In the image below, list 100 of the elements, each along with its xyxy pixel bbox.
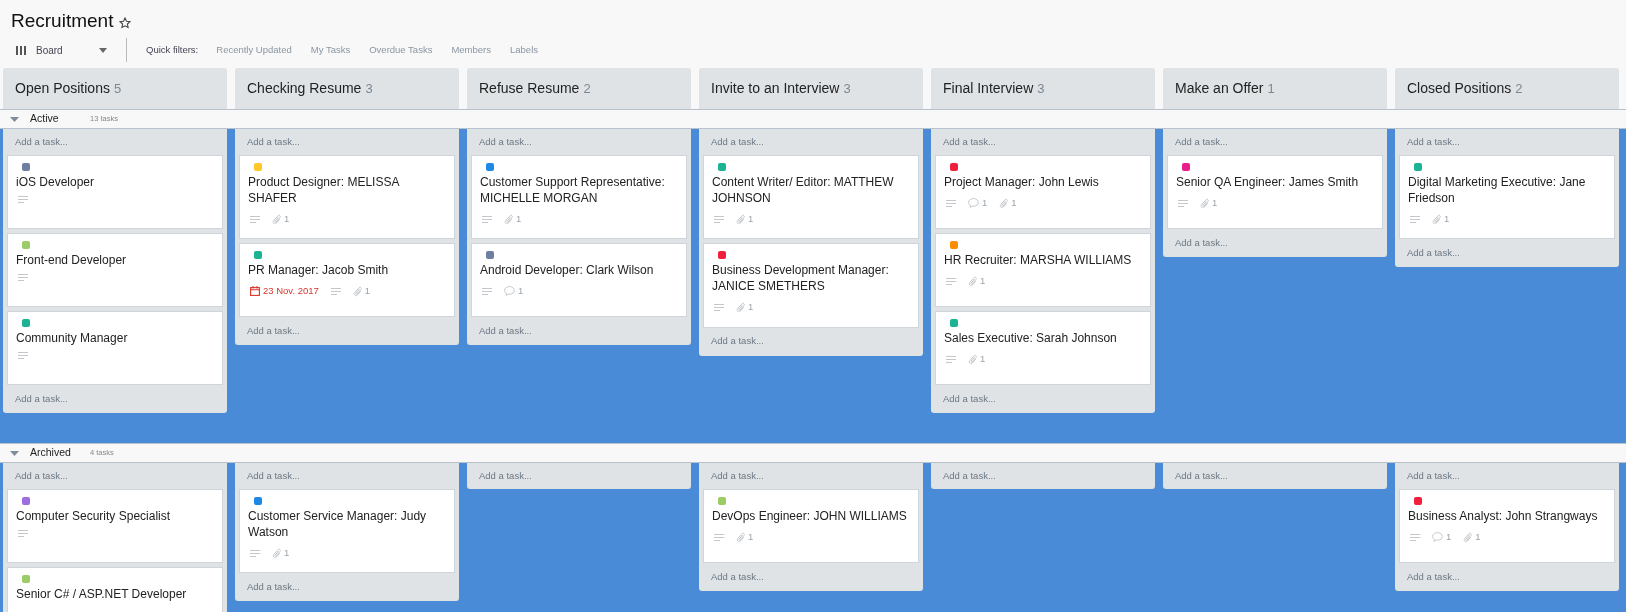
description-icon bbox=[946, 277, 956, 285]
description-icon bbox=[482, 287, 492, 295]
attachment-count: 1 bbox=[1011, 196, 1017, 210]
attachment-count: 1 bbox=[1444, 212, 1450, 226]
add-task-link[interactable]: Add a task... bbox=[471, 317, 687, 346]
paperclip-icon bbox=[999, 197, 1009, 209]
task-title: Front-end Developer bbox=[16, 252, 128, 268]
paperclip-icon bbox=[968, 275, 977, 287]
add-task-link[interactable]: Add a task... bbox=[703, 327, 919, 356]
add-task-link[interactable]: Add a task... bbox=[239, 463, 455, 489]
star-icon[interactable] bbox=[119, 16, 132, 29]
attachment-count: 1 bbox=[748, 300, 754, 315]
attachment-count: 1 bbox=[284, 546, 290, 560]
task-title: Computer Security Specialist bbox=[16, 508, 172, 524]
task-card[interactable]: iOS Developer bbox=[7, 155, 223, 229]
attachment-count: 1 bbox=[980, 352, 986, 366]
task-title: Project Manager: John Lewis bbox=[944, 174, 1100, 190]
column-title: Refuse Resume bbox=[479, 79, 580, 98]
add-task-link[interactable]: Add a task... bbox=[1399, 129, 1615, 155]
date-text: 23 Nov. 2017 bbox=[263, 284, 319, 299]
task-title: Content Writer/ Editor: MATTHEW JOHNSON bbox=[712, 174, 895, 206]
task-title: Customer Support Representative: MICHELLE MORGAN bbox=[480, 174, 666, 206]
board-icon bbox=[16, 45, 26, 55]
task-card[interactable]: Project Manager: John Lewis 1 1 bbox=[935, 155, 1151, 229]
view-dropdown[interactable]: Board bbox=[11, 42, 107, 58]
column-title: Closed Positions bbox=[1407, 79, 1512, 98]
paperclip-icon bbox=[736, 213, 745, 225]
filter-link[interactable]: My Tasks bbox=[310, 42, 351, 58]
task-title: Community Manager bbox=[16, 330, 129, 346]
task-card[interactable]: Business Development Manager: JANICE SMETHERS 1 bbox=[703, 243, 919, 328]
add-task-link[interactable]: Add a task... bbox=[1167, 463, 1383, 489]
task-card[interactable]: Customer Service Manager: Judy Watson 1 bbox=[239, 489, 455, 574]
task-card[interactable]: HR Recruiter: MARSHA WILLIAMS 1 bbox=[935, 233, 1151, 307]
add-task-link[interactable]: Add a task... bbox=[1399, 463, 1615, 489]
paperclip-icon bbox=[272, 547, 281, 559]
task-card[interactable]: Senior QA Engineer: James Smith 1 bbox=[1167, 155, 1383, 229]
description-icon bbox=[18, 530, 28, 537]
add-task-link[interactable]: Add a task... bbox=[1399, 563, 1615, 591]
paperclip-icon bbox=[736, 301, 745, 313]
task-card[interactable]: Android Developer: Clark Wilson 1 bbox=[471, 243, 687, 318]
task-count: 3 bbox=[1037, 79, 1045, 98]
add-task-link[interactable]: Add a task... bbox=[935, 385, 1151, 413]
task-card[interactable]: Front-end Developer bbox=[7, 233, 223, 307]
add-task-link[interactable]: Add a task... bbox=[239, 317, 455, 346]
add-task-link[interactable]: Add a task... bbox=[1167, 229, 1383, 257]
add-task-link[interactable]: Add a task... bbox=[7, 463, 223, 489]
swimlane-title: Archived bbox=[30, 445, 72, 461]
attachment-count: 1 bbox=[1212, 196, 1218, 210]
task-card[interactable]: Community Manager bbox=[7, 311, 223, 385]
task-title: Android Developer: Clark Wilson bbox=[480, 262, 655, 279]
add-task-link[interactable]: Add a task... bbox=[7, 385, 223, 413]
task-card[interactable]: Customer Support Representative: MICHELLE MORGAN 1 bbox=[471, 155, 687, 240]
add-task-link[interactable]: Add a task... bbox=[1399, 239, 1615, 268]
description-icon bbox=[250, 215, 260, 223]
paperclip-icon bbox=[968, 353, 977, 365]
task-card[interactable]: Business Analyst: John Strangways 1 1 bbox=[1399, 489, 1615, 563]
add-task-link[interactable]: Add a task... bbox=[703, 463, 919, 489]
task-title: Sales Executive: Sarah Johnson bbox=[944, 330, 1118, 346]
add-task-link[interactable]: Add a task... bbox=[703, 129, 919, 155]
paperclip-icon bbox=[1432, 213, 1441, 225]
add-task-link[interactable]: Add a task... bbox=[935, 463, 1151, 489]
filter-link[interactable]: Overdue Tasks bbox=[369, 42, 433, 58]
task-card[interactable]: Content Writer/ Editor: MATTHEW JOHNSON 1 bbox=[703, 155, 919, 240]
description-icon bbox=[482, 215, 492, 223]
add-task-link[interactable]: Add a task... bbox=[471, 463, 687, 489]
add-task-link[interactable]: Add a task... bbox=[703, 563, 919, 591]
task-card[interactable]: Product Designer: MELISSA SHAFER 1 bbox=[239, 155, 455, 240]
attachment-count: 1 bbox=[748, 530, 754, 544]
add-task-link[interactable]: Add a task... bbox=[935, 129, 1151, 155]
column-title: Open Positions bbox=[15, 79, 110, 98]
add-task-link[interactable]: Add a task... bbox=[239, 573, 455, 602]
task-count: 5 bbox=[113, 79, 122, 98]
task-card[interactable]: Senior C# / ASP.NET Developer bbox=[7, 567, 223, 612]
add-task-link[interactable]: Add a task... bbox=[471, 129, 687, 155]
description-icon bbox=[1410, 215, 1420, 223]
task-card[interactable]: PR Manager: Jacob Smith 23 Nov. 2017 1 bbox=[239, 243, 455, 318]
description-icon bbox=[946, 199, 956, 207]
add-task-link[interactable]: Add a task... bbox=[239, 129, 455, 155]
paperclip-icon bbox=[1200, 197, 1209, 209]
task-card[interactable]: Sales Executive: Sarah Johnson 1 bbox=[935, 311, 1151, 385]
filter-link[interactable]: Members bbox=[451, 42, 491, 58]
task-count: 3 bbox=[365, 79, 373, 98]
description-icon bbox=[714, 533, 724, 541]
filter-link[interactable]: Labels bbox=[510, 42, 538, 58]
paperclip-icon bbox=[1463, 531, 1473, 543]
paperclip-icon bbox=[352, 285, 362, 297]
swimlane-title: Active bbox=[30, 111, 60, 127]
task-card[interactable]: Computer Security Specialist bbox=[7, 489, 223, 563]
task-title: HR Recruiter: MARSHA WILLIAMS bbox=[944, 252, 1133, 268]
description-icon bbox=[18, 274, 28, 281]
task-card[interactable]: Digital Marketing Executive: Jane Friedson 1 bbox=[1399, 155, 1615, 240]
task-count: 1 bbox=[1267, 79, 1275, 98]
filter-link[interactable]: Recently Updated bbox=[216, 42, 292, 58]
task-count: 2 bbox=[583, 79, 591, 98]
attachment-count: 1 bbox=[516, 212, 522, 226]
add-task-link[interactable]: Add a task... bbox=[7, 129, 223, 155]
task-title: Product Designer: MELISSA SHAFER bbox=[248, 174, 401, 206]
add-task-link[interactable]: Add a task... bbox=[1167, 129, 1383, 155]
task-card[interactable]: DevOps Engineer: JOHN WILLIAMS 1 bbox=[703, 489, 919, 563]
paperclip-icon bbox=[272, 213, 281, 225]
